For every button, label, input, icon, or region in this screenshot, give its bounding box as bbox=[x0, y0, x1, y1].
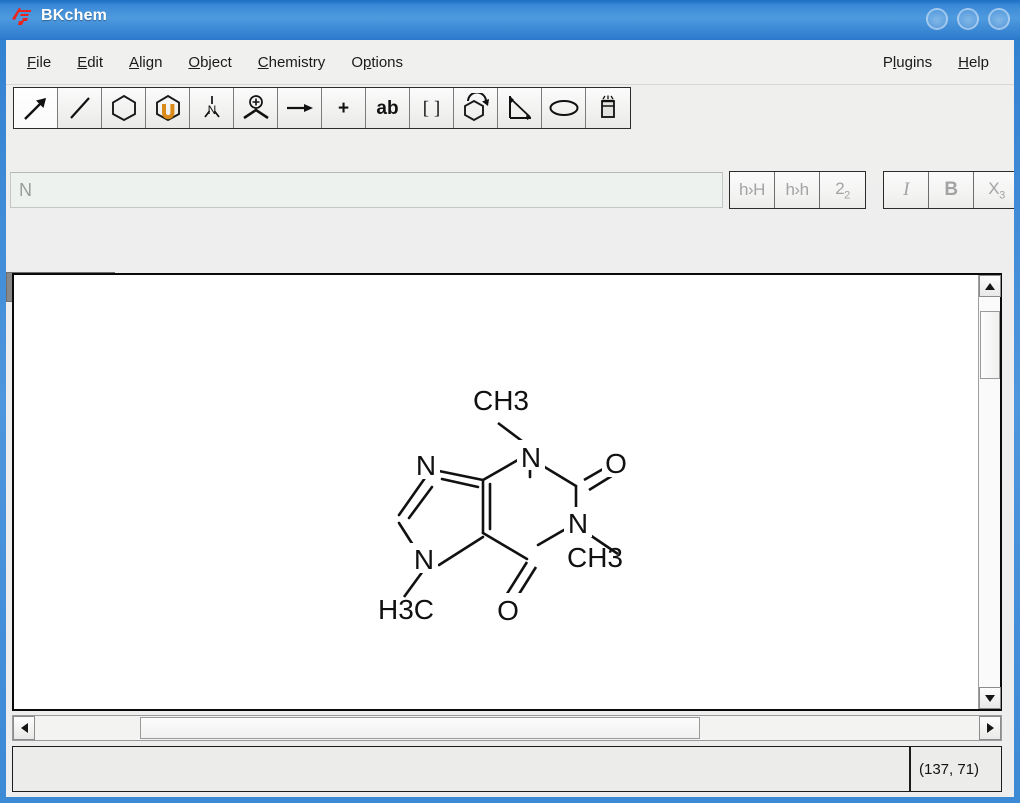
maximize-button[interactable] bbox=[957, 8, 979, 30]
subscript-number-label: 22 bbox=[835, 178, 850, 202]
triangle-down-icon bbox=[985, 694, 995, 702]
status-message bbox=[13, 747, 909, 791]
label-n1: N bbox=[568, 508, 588, 539]
label-n3-methyl: CH3 bbox=[473, 385, 529, 416]
title-bar-left: BKchem bbox=[10, 5, 107, 27]
drawing-canvas[interactable]: CH3 CH3 H3C N N N N O O bbox=[14, 275, 980, 709]
trash-bin-icon bbox=[593, 93, 623, 123]
atom-nitrogen-icon: N bbox=[196, 93, 228, 123]
vector-tool[interactable] bbox=[498, 88, 542, 128]
window-title: BKchem bbox=[41, 7, 108, 24]
ellipse-icon bbox=[548, 95, 580, 121]
delete-tool[interactable] bbox=[586, 88, 630, 128]
triangle-right-icon bbox=[986, 723, 994, 733]
minimize-button[interactable] bbox=[926, 8, 948, 30]
text-ab-icon: ab bbox=[376, 97, 399, 119]
label-o6: O bbox=[497, 595, 519, 626]
menu-group-right: Plugins Help bbox=[870, 40, 1002, 85]
brackets-icon: [ ] bbox=[422, 97, 441, 119]
plus-tool[interactable]: + bbox=[322, 88, 366, 128]
rotate-tool[interactable] bbox=[454, 88, 498, 128]
lowercase-label: h›h bbox=[785, 180, 809, 199]
draw-bond-tool[interactable] bbox=[58, 88, 102, 128]
arrow-cursor-icon bbox=[21, 94, 51, 122]
triangle-up-icon bbox=[985, 282, 995, 290]
menu-item-options[interactable]: Options bbox=[338, 50, 416, 75]
arrow-tool[interactable] bbox=[278, 88, 322, 128]
triangle-left-icon bbox=[20, 723, 28, 733]
bracket-tool[interactable]: [ ] bbox=[410, 88, 454, 128]
label-n3: N bbox=[521, 442, 541, 473]
label-n9: N bbox=[416, 450, 436, 481]
bold-button[interactable]: B bbox=[929, 172, 974, 208]
tool-button-strip: N + ab [] bbox=[13, 87, 631, 129]
menu-item-chemistry[interactable]: Chemistry bbox=[245, 50, 339, 75]
subscript-button[interactable]: X3 bbox=[974, 172, 1014, 208]
svg-text:N: N bbox=[207, 103, 216, 117]
status-coordinates: (137, 71) bbox=[909, 747, 1001, 791]
status-bar: (137, 71) bbox=[12, 746, 1002, 792]
style-format-button-group: I B X3 bbox=[883, 171, 1014, 209]
angle-vector-icon bbox=[505, 93, 535, 123]
atom-text-value: N bbox=[19, 179, 32, 200]
menu-bar: File Edit Align Object Chemistry Options… bbox=[6, 40, 1014, 85]
plus-sign-icon: + bbox=[337, 97, 350, 119]
menu-item-help[interactable]: Help bbox=[945, 50, 1002, 75]
horizontal-scroll-thumb[interactable] bbox=[140, 717, 700, 739]
horizontal-scrollbar[interactable] bbox=[12, 715, 1002, 741]
ring-tool[interactable] bbox=[102, 88, 146, 128]
subscript-number-button[interactable]: 22 bbox=[820, 172, 865, 208]
italic-label: I bbox=[903, 179, 909, 200]
drawing-canvas-frame: CH3 CH3 H3C N N N N O O bbox=[12, 273, 1002, 711]
scroll-down-button[interactable] bbox=[979, 687, 1001, 709]
bkchem-application-window: BKchem File Edit Align Object Chemistry … bbox=[0, 0, 1020, 803]
case-format-button-group: h›H h›h 22 bbox=[729, 171, 866, 209]
window-controls bbox=[926, 8, 1010, 30]
hexagon-ring-icon bbox=[109, 93, 139, 123]
bkchem-logo-icon bbox=[10, 5, 34, 27]
label-n1-methyl: CH3 bbox=[567, 542, 623, 573]
menu-group-left: File Edit Align Object Chemistry Options bbox=[14, 40, 416, 85]
atom-tool[interactable]: N bbox=[190, 88, 234, 128]
ellipse-tool[interactable] bbox=[542, 88, 586, 128]
uppercase-label: h›H bbox=[739, 180, 765, 199]
vertical-scrollbar[interactable] bbox=[978, 275, 1001, 709]
rotate-hexagon-icon bbox=[460, 93, 492, 123]
close-button[interactable] bbox=[988, 8, 1010, 30]
menu-item-edit[interactable]: Edit bbox=[64, 50, 116, 75]
client-area: File Edit Align Object Chemistry Options… bbox=[6, 40, 1014, 797]
label-n7: N bbox=[414, 544, 434, 575]
menu-item-plugins[interactable]: Plugins bbox=[870, 50, 945, 75]
atom-text-input[interactable]: N bbox=[10, 172, 723, 208]
select-tool[interactable] bbox=[14, 88, 58, 128]
label-o2: O bbox=[605, 448, 627, 479]
template-hexagon-u-icon bbox=[153, 93, 183, 123]
scroll-right-button[interactable] bbox=[979, 716, 1001, 740]
menu-item-file[interactable]: File bbox=[14, 50, 64, 75]
bold-label: B bbox=[944, 179, 958, 200]
plus-circle-vector-icon bbox=[240, 93, 272, 123]
template-tool[interactable] bbox=[146, 88, 190, 128]
charge-tool[interactable] bbox=[234, 88, 278, 128]
reaction-arrow-icon bbox=[284, 96, 316, 120]
bond-line-icon bbox=[66, 94, 94, 122]
subscript-label: X3 bbox=[988, 178, 1005, 202]
scroll-up-button[interactable] bbox=[979, 275, 1001, 297]
italic-button[interactable]: I bbox=[884, 172, 929, 208]
menu-item-align[interactable]: Align bbox=[116, 50, 175, 75]
tool-bar: N + ab [] bbox=[6, 85, 1014, 135]
caffeine-structure: CH3 CH3 H3C N N N N O O bbox=[378, 385, 630, 626]
title-bar[interactable]: BKchem bbox=[0, 0, 1020, 40]
label-n7-methyl: H3C bbox=[378, 594, 434, 625]
lowercase-button[interactable]: h›h bbox=[775, 172, 820, 208]
text-property-bar: N h›H h›h 22 I B X3 bbox=[6, 135, 1014, 209]
vertical-scroll-thumb[interactable] bbox=[980, 311, 1000, 379]
uppercase-button[interactable]: h›H bbox=[730, 172, 775, 208]
text-tool[interactable]: ab bbox=[366, 88, 410, 128]
menu-item-object[interactable]: Object bbox=[175, 50, 244, 75]
scroll-left-button[interactable] bbox=[13, 716, 35, 740]
